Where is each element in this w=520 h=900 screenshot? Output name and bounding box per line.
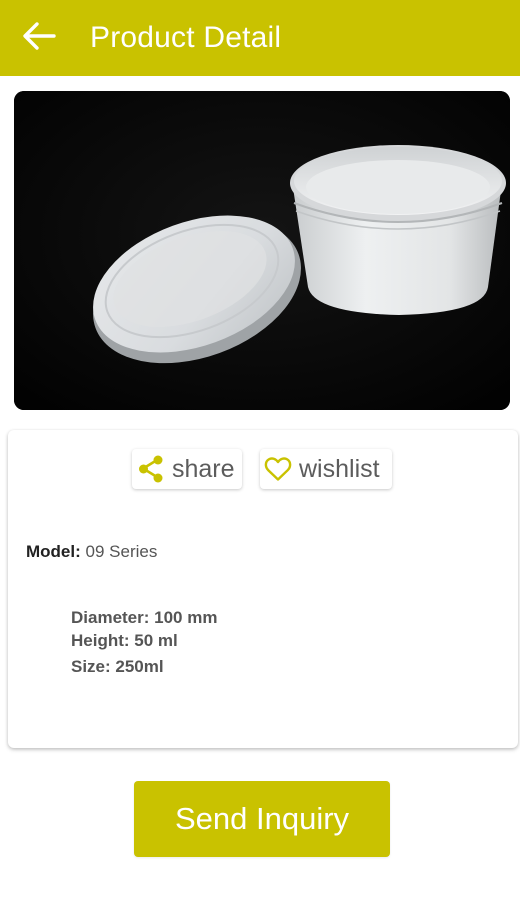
share-button[interactable]: share [132, 449, 242, 489]
spec-list: Diameter: 100 mm Height: 50 ml Size: 250… [71, 606, 217, 678]
spec-height: Height: 50 ml [71, 631, 178, 650]
send-inquiry-button[interactable]: Send Inquiry [134, 781, 390, 857]
product-image [14, 91, 510, 410]
model-value: 09 Series [85, 542, 158, 561]
model-row: Model: 09 Series [26, 542, 157, 562]
app-bar: Product Detail [0, 0, 520, 76]
wishlist-label: wishlist [299, 454, 380, 483]
model-key: Model: [26, 542, 81, 561]
arrow-left-icon [23, 21, 56, 56]
spec-size: Size: 250ml [71, 657, 164, 676]
product-info-card: share wishlist Model: 09 Series Diameter… [8, 430, 518, 748]
spec-diameter: Diameter: 100 mm [71, 608, 218, 627]
share-label: share [172, 454, 235, 483]
page-title: Product Detail [90, 21, 282, 54]
share-icon [134, 449, 168, 489]
heart-outline-icon [261, 449, 295, 489]
wishlist-button[interactable]: wishlist [260, 449, 392, 489]
back-button[interactable] [0, 0, 86, 76]
